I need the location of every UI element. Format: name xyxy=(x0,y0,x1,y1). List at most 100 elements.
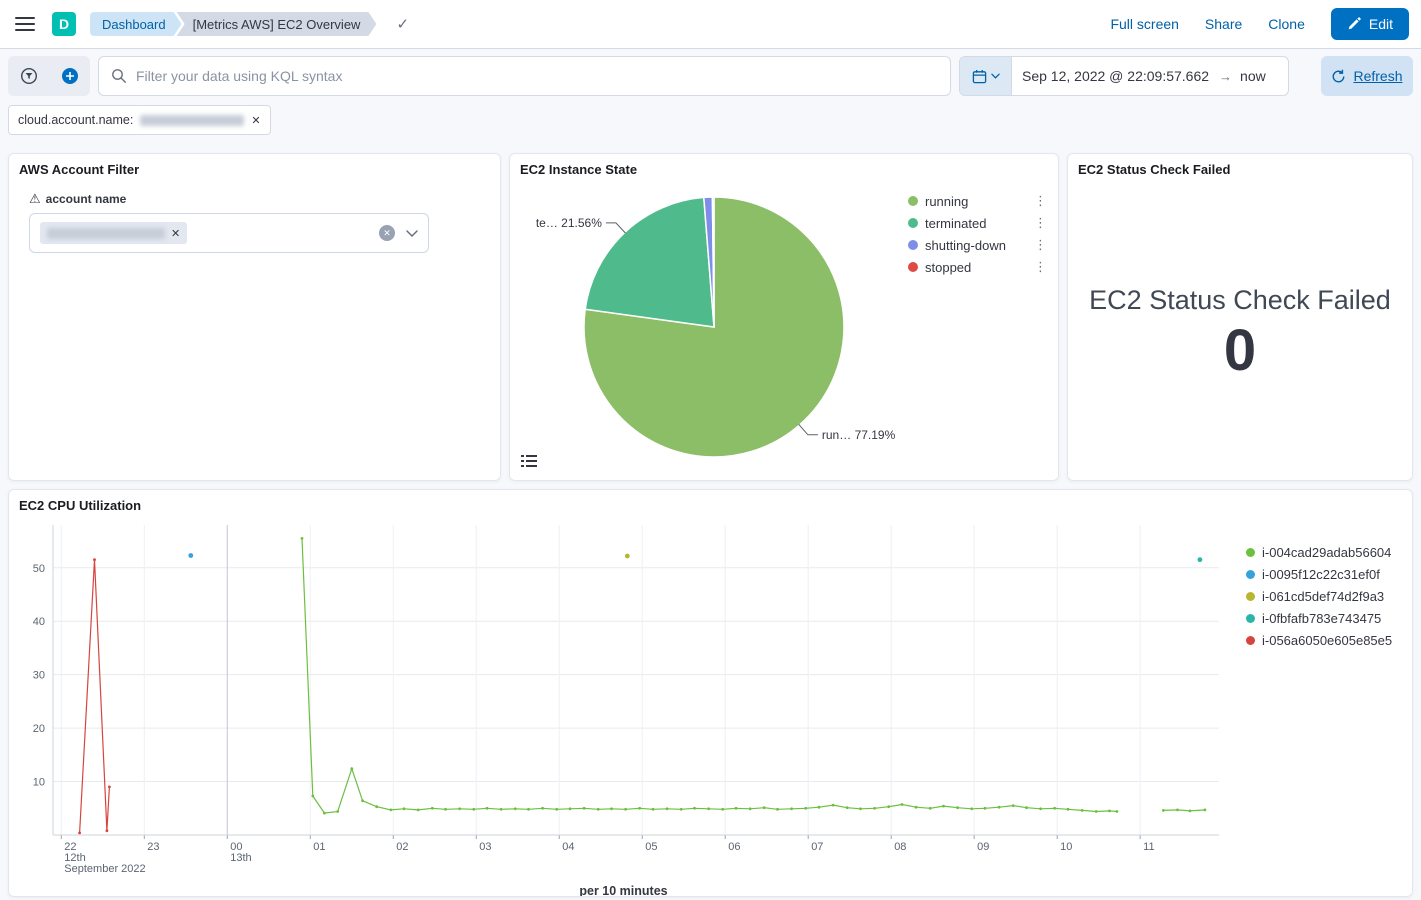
series-point-i-004cad29adab56604[interactable] xyxy=(942,805,945,808)
remove-filter-icon[interactable]: ✕ xyxy=(251,114,260,127)
series-line-i-056a6050e605e85e5[interactable] xyxy=(80,560,110,833)
series-point-i-056a6050e605e85e5[interactable] xyxy=(93,558,96,561)
search-input[interactable] xyxy=(136,68,938,84)
series-point-i-004cad29adab56604[interactable] xyxy=(693,807,696,810)
calendar-button[interactable] xyxy=(960,57,1012,95)
date-range-start[interactable]: Sep 12, 2022 @ 22:09:57.662 xyxy=(1012,68,1219,84)
breadcrumb-current-dashboard[interactable]: [Metrics AWS] EC2 Overview xyxy=(177,12,377,36)
series-point-i-004cad29adab56604[interactable] xyxy=(472,808,475,811)
series-point-i-004cad29adab56604[interactable] xyxy=(624,808,627,811)
series-point-i-004cad29adab56604[interactable] xyxy=(431,807,434,810)
series-point-i-004cad29adab56604[interactable] xyxy=(361,799,364,802)
legend-item-actions-icon[interactable]: ⋮ xyxy=(1031,259,1050,275)
series-point-i-004cad29adab56604[interactable] xyxy=(350,767,353,770)
series-line-i-004cad29adab56604[interactable] xyxy=(302,538,1117,813)
series-point-i-004cad29adab56604[interactable] xyxy=(915,806,918,809)
series-point-i-004cad29adab56604[interactable] xyxy=(707,807,710,810)
series-point-i-004cad29adab56604[interactable] xyxy=(859,807,862,810)
series-point-i-004cad29adab56604[interactable] xyxy=(1025,806,1028,809)
series-point-i-004cad29adab56604[interactable] xyxy=(1108,810,1111,813)
legend-toggle-icon[interactable] xyxy=(518,450,540,472)
series-point-i-004cad29adab56604[interactable] xyxy=(1039,807,1042,810)
remove-option-icon[interactable]: ✕ xyxy=(171,227,180,240)
pie-slice-terminated[interactable] xyxy=(585,197,714,327)
series-point-i-004cad29adab56604[interactable] xyxy=(555,808,558,811)
selected-account-pill[interactable]: ✕ xyxy=(40,222,187,244)
legend-item-i-061cd5def74d2f9a3[interactable]: i-061cd5def74d2f9a3 xyxy=(1246,585,1404,607)
series-point-i-056a6050e605e85e5[interactable] xyxy=(78,832,81,835)
series-point-i-004cad29adab56604[interactable] xyxy=(1162,809,1165,812)
series-point-i-004cad29adab56604[interactable] xyxy=(389,809,392,812)
edit-button[interactable]: Edit xyxy=(1331,8,1409,40)
series-point-i-004cad29adab56604[interactable] xyxy=(1067,808,1070,811)
series-point-i-004cad29adab56604[interactable] xyxy=(1081,809,1084,812)
legend-item-i-004cad29adab56604[interactable]: i-004cad29adab56604 xyxy=(1246,541,1404,563)
series-point-i-004cad29adab56604[interactable] xyxy=(887,805,890,808)
full-screen-link[interactable]: Full screen xyxy=(1110,16,1178,32)
account-name-combobox[interactable]: ✕ ✕ xyxy=(29,213,429,253)
series-point-i-056a6050e605e85e5[interactable] xyxy=(108,786,111,789)
deployment-logo[interactable]: D xyxy=(52,12,76,36)
series-point-i-004cad29adab56604[interactable] xyxy=(776,808,779,811)
menu-icon[interactable] xyxy=(12,11,38,37)
legend-item-stopped[interactable]: stopped⋮ xyxy=(908,256,1050,278)
series-line-i-004cad29adab56604[interactable] xyxy=(1163,810,1205,811)
add-filter-icon[interactable] xyxy=(49,56,90,96)
series-point-i-004cad29adab56604[interactable] xyxy=(403,807,406,810)
legend-item-running[interactable]: running⋮ xyxy=(908,190,1050,212)
series-point-i-004cad29adab56604[interactable] xyxy=(901,803,904,806)
series-point-i-004cad29adab56604[interactable] xyxy=(527,808,530,811)
series-point-i-004cad29adab56604[interactable] xyxy=(336,810,339,813)
series-point-i-004cad29adab56604[interactable] xyxy=(500,808,503,811)
series-point-i-004cad29adab56604[interactable] xyxy=(1012,804,1015,807)
series-point-i-004cad29adab56604[interactable] xyxy=(375,805,378,808)
series-point-i-004cad29adab56604[interactable] xyxy=(929,807,932,810)
series-point-i-004cad29adab56604[interactable] xyxy=(1053,807,1056,810)
series-point-i-004cad29adab56604[interactable] xyxy=(583,807,586,810)
date-range-end[interactable]: now xyxy=(1232,68,1278,84)
series-point-i-004cad29adab56604[interactable] xyxy=(763,806,766,809)
series-point-i-004cad29adab56604[interactable] xyxy=(417,809,420,812)
pie-chart[interactable]: run… 77.19%te… 21.56% xyxy=(518,179,908,467)
series-point-i-004cad29adab56604[interactable] xyxy=(610,807,613,810)
series-point-i-004cad29adab56604[interactable] xyxy=(749,807,752,810)
legend-item-i-0fbfafb783e743475[interactable]: i-0fbfafb783e743475 xyxy=(1246,607,1404,629)
series-point-i-004cad29adab56604[interactable] xyxy=(832,804,835,807)
legend-item-actions-icon[interactable]: ⋮ xyxy=(1031,237,1050,253)
filter-menu-icon[interactable] xyxy=(8,56,49,96)
legend-item-i-0095f12c22c31ef0f[interactable]: i-0095f12c22c31ef0f xyxy=(1246,563,1404,585)
date-picker[interactable]: Sep 12, 2022 @ 22:09:57.662 → now xyxy=(959,56,1289,96)
share-link[interactable]: Share xyxy=(1205,16,1242,32)
cpu-chart[interactable]: 10203040502212thSeptember 2022230013th01… xyxy=(17,515,1230,879)
breadcrumb-dashboard[interactable]: Dashboard xyxy=(90,12,182,36)
legend-item-actions-icon[interactable]: ⋮ xyxy=(1031,193,1050,209)
series-point-i-056a6050e605e85e5[interactable] xyxy=(106,829,109,832)
series-point-i-004cad29adab56604[interactable] xyxy=(569,807,572,810)
series-point-i-004cad29adab56604[interactable] xyxy=(301,537,304,540)
legend-item-shutting-down[interactable]: shutting-down⋮ xyxy=(908,234,1050,256)
series-point-i-004cad29adab56604[interactable] xyxy=(818,806,821,809)
series-point-i-004cad29adab56604[interactable] xyxy=(1204,809,1207,812)
series-point-i-004cad29adab56604[interactable] xyxy=(1095,810,1098,813)
series-point-i-004cad29adab56604[interactable] xyxy=(846,806,849,809)
series-point-i-004cad29adab56604[interactable] xyxy=(956,806,959,809)
series-point-i-004cad29adab56604[interactable] xyxy=(804,807,807,810)
series-point-i-004cad29adab56604[interactable] xyxy=(680,808,683,811)
series-point-i-004cad29adab56604[interactable] xyxy=(638,807,641,810)
series-point-i-004cad29adab56604[interactable] xyxy=(721,808,724,811)
series-point-i-004cad29adab56604[interactable] xyxy=(1189,810,1192,813)
series-point-i-004cad29adab56604[interactable] xyxy=(444,808,447,811)
series-point-i-0fbfafb783e743475[interactable] xyxy=(1198,557,1203,562)
legend-item-terminated[interactable]: terminated⋮ xyxy=(908,212,1050,234)
series-point-i-004cad29adab56604[interactable] xyxy=(790,807,793,810)
series-point-i-004cad29adab56604[interactable] xyxy=(597,808,600,811)
series-point-i-004cad29adab56604[interactable] xyxy=(873,807,876,810)
legend-item-actions-icon[interactable]: ⋮ xyxy=(1031,215,1050,231)
series-point-i-004cad29adab56604[interactable] xyxy=(541,807,544,810)
series-point-i-004cad29adab56604[interactable] xyxy=(1116,810,1119,813)
series-point-i-004cad29adab56604[interactable] xyxy=(666,807,669,810)
series-point-i-004cad29adab56604[interactable] xyxy=(514,807,517,810)
series-point-i-0095f12c22c31ef0f[interactable] xyxy=(188,553,193,558)
series-point-i-004cad29adab56604[interactable] xyxy=(970,807,973,810)
filter-pill[interactable]: cloud.account.name: ✕ xyxy=(8,105,271,135)
